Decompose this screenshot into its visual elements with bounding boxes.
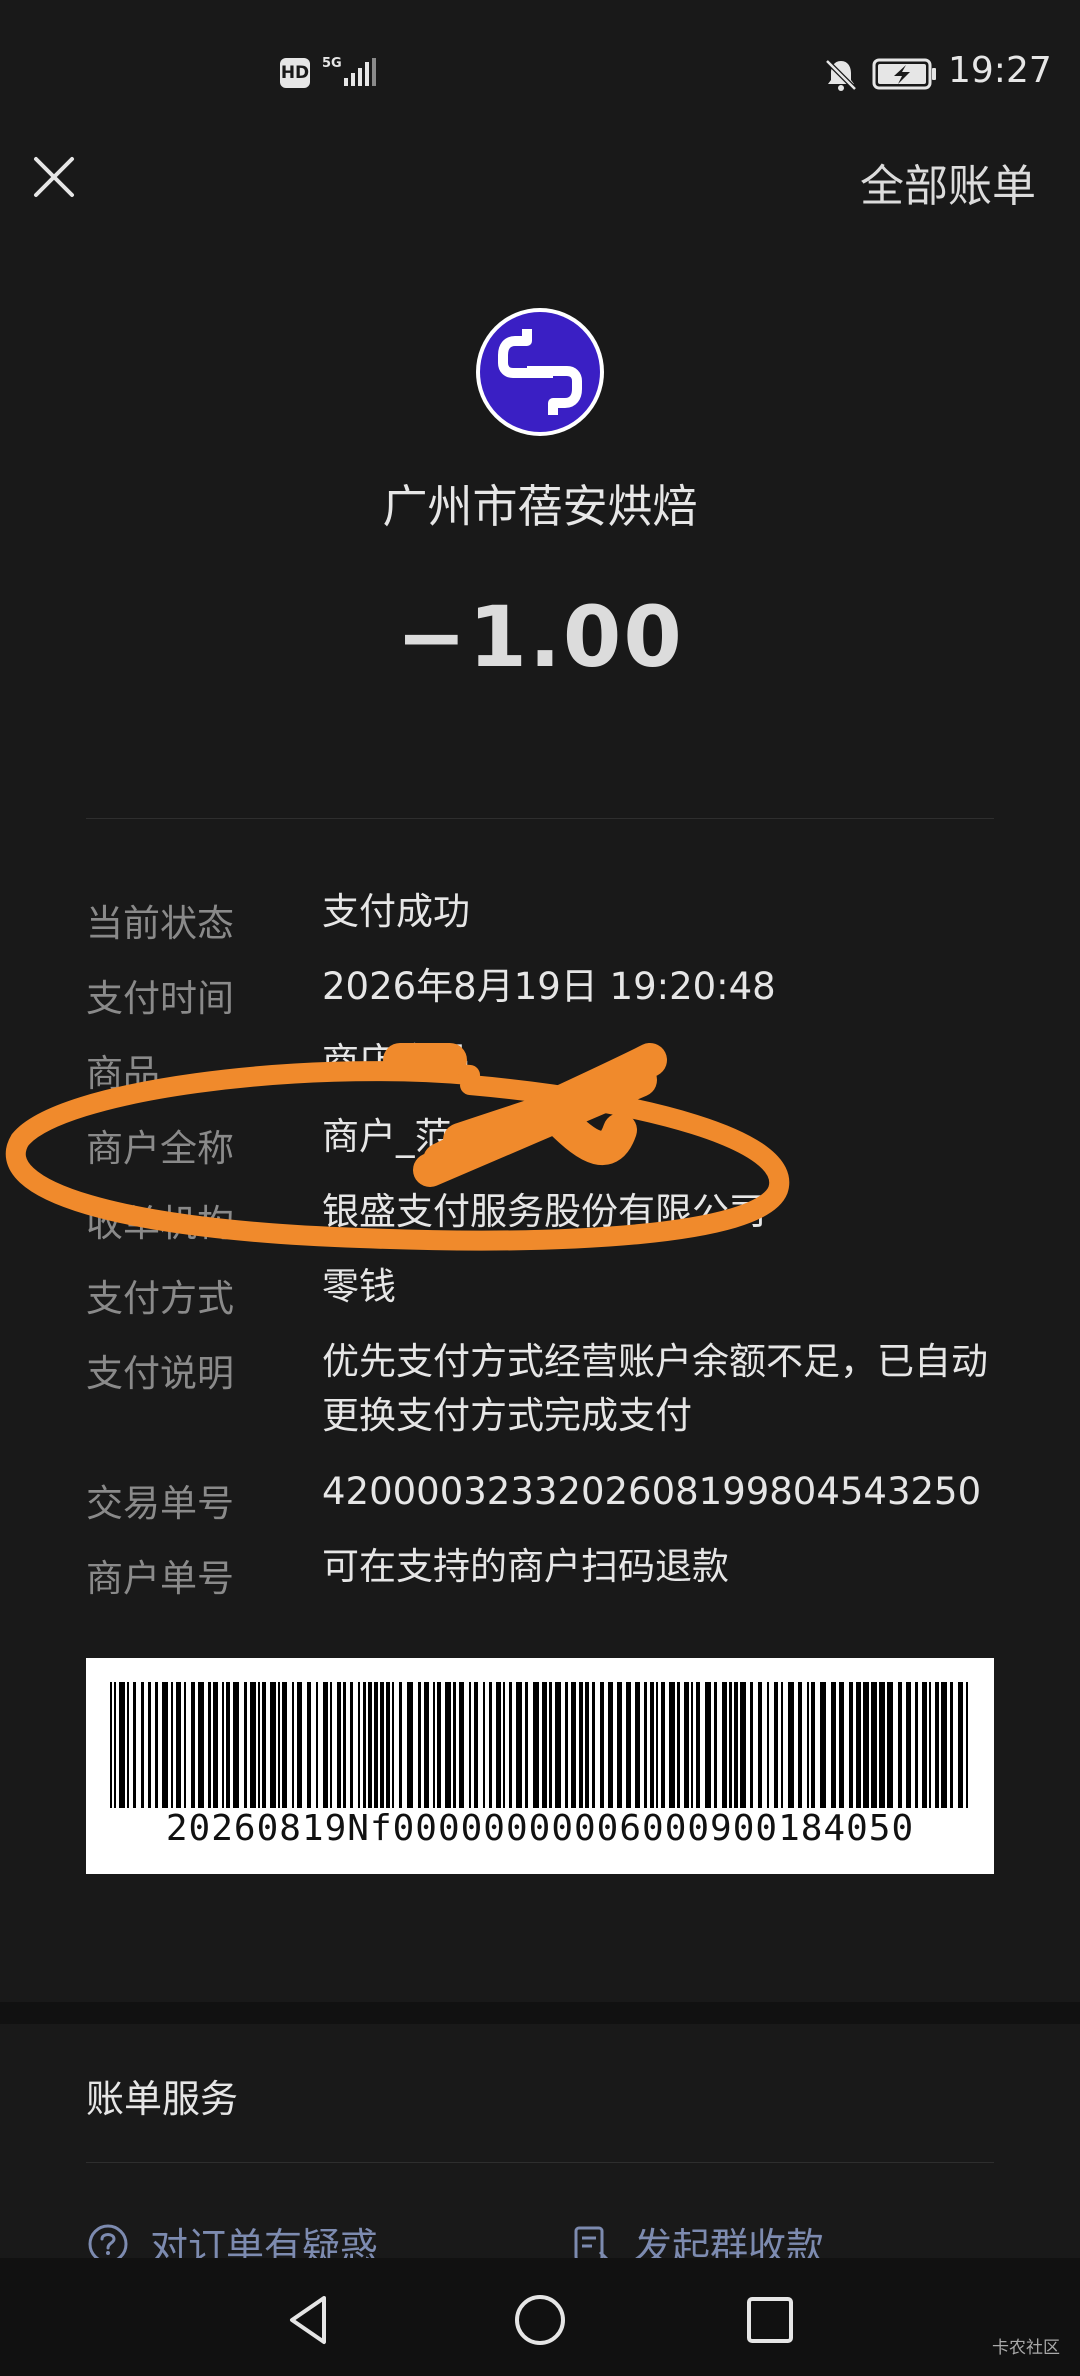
- all-bills-link[interactable]: 全部账单: [860, 150, 1036, 214]
- status-bar: HD 5G 19:27: [0, 0, 1080, 150]
- divider: [86, 818, 994, 819]
- payment-amount: −1.00: [396, 588, 684, 686]
- detail-value: 零钱: [322, 1265, 396, 1308]
- detail-label: 支付说明: [86, 1352, 234, 1395]
- barcode-bars: [110, 1682, 968, 1808]
- merchant-name: 广州市蓓安烘焙: [382, 480, 698, 533]
- bell-muted-icon: [825, 59, 857, 91]
- watermark: 卡农社区: [992, 2338, 1060, 2358]
- recents-nav-icon[interactable]: [740, 2290, 800, 2350]
- divider: [86, 2162, 994, 2163]
- hd-badge: HD: [280, 58, 310, 88]
- barcode[interactable]: 20260819Nf00000000006000900184050: [86, 1658, 994, 1874]
- detail-value: 银盛支付服务股份有限公司: [322, 1190, 766, 1233]
- detail-value: 商户_范: [322, 1115, 452, 1158]
- back-nav-icon[interactable]: [280, 2290, 340, 2350]
- detail-value: 支付成功: [322, 890, 470, 933]
- detail-value[interactable]: 4200003233202608199804543250: [322, 1465, 1012, 1519]
- detail-value: 2026年8月19日 19:20:48: [322, 965, 776, 1008]
- section-separator: [0, 2002, 1080, 2024]
- detail-value: 可在支持的商户扫码退款: [322, 1545, 729, 1588]
- detail-label: 支付方式: [86, 1277, 234, 1320]
- detail-label: 商户全称: [86, 1127, 234, 1170]
- detail-label: 商户单号: [86, 1557, 234, 1600]
- battery-charging-icon: [872, 58, 936, 90]
- bill-services-title: 账单服务: [86, 2077, 239, 2121]
- merchant-logo: [476, 308, 604, 436]
- detail-label: 收单机构: [86, 1202, 234, 1245]
- detail-label: 商品: [86, 1052, 160, 1095]
- detail-label: 支付时间: [86, 977, 234, 1020]
- detail-label: 当前状态: [86, 902, 234, 945]
- detail-value: 优先支付方式经营账户余额不足，已自动更换支付方式完成支付: [322, 1340, 988, 1437]
- system-nav-bar: 卡农社区: [0, 2258, 1080, 2376]
- signal-icon: [344, 58, 376, 86]
- detail-value: 商店商品: [322, 1040, 470, 1083]
- detail-label: 交易单号: [86, 1482, 234, 1525]
- close-icon[interactable]: [30, 153, 78, 201]
- network-type: 5G: [322, 56, 342, 71]
- barcode-number: 20260819Nf00000000006000900184050: [165, 1808, 915, 1849]
- status-time: 19:27: [948, 50, 1052, 91]
- home-nav-icon[interactable]: [510, 2290, 570, 2350]
